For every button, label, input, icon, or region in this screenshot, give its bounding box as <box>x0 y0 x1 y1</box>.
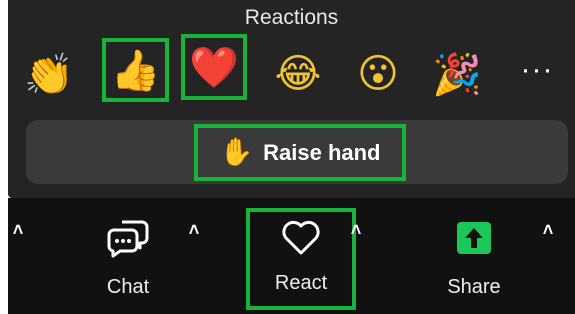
meeting-toolbar: ˄ Chat ˄ React ˄ Share ˄ <box>8 198 575 314</box>
react-label: React <box>274 272 328 294</box>
clapping-hands-icon: 👏 <box>24 52 74 97</box>
chat-label: Chat <box>106 276 150 298</box>
raise-hand-label: Raise hand <box>263 139 381 165</box>
tears-of-joy-reaction[interactable]: 😂 <box>270 46 326 102</box>
reactions-title: Reactions <box>244 6 339 29</box>
thumbs-up-reaction[interactable]: 👍 <box>102 38 169 102</box>
heart-outline-icon <box>280 218 322 258</box>
react-options-caret[interactable]: ˄ <box>346 220 366 241</box>
red-heart-icon: ❤️ <box>189 45 239 90</box>
chat-options-caret[interactable]: ˄ <box>184 220 204 241</box>
tears-of-joy-icon: 😂 <box>274 52 322 96</box>
reactions-popup: Reactions 👏 👍 ❤️ 😂 😮 🎉 ··· ✋ Raise hand <box>8 0 575 198</box>
thumbs-up-icon: 👍 <box>110 48 161 93</box>
raise-hand-bar[interactable]: ✋ Raise hand <box>26 120 568 184</box>
raised-hand-icon: ✋ <box>219 137 254 167</box>
react-button[interactable]: React <box>246 208 356 310</box>
share-options-caret[interactable]: ˄ <box>538 220 558 241</box>
share-arrow-icon <box>456 218 492 258</box>
open-mouth-reaction[interactable]: 😮 <box>350 46 406 102</box>
left-options-caret[interactable]: ˄ <box>8 220 28 241</box>
share-label: Share <box>447 276 501 298</box>
red-heart-reaction[interactable]: ❤️ <box>181 34 247 100</box>
party-popper-reaction[interactable]: 🎉 <box>429 46 485 102</box>
chat-button[interactable]: Chat <box>76 210 180 306</box>
more-reactions-button[interactable]: ··· <box>514 50 560 96</box>
open-mouth-icon: 😮 <box>357 52 399 96</box>
chat-bubbles-icon <box>106 218 150 258</box>
clapping-hands-reaction[interactable]: 👏 <box>21 46 77 102</box>
raise-hand-button[interactable]: ✋ Raise hand <box>194 124 406 181</box>
share-button[interactable]: Share <box>422 210 526 306</box>
party-popper-icon: 🎉 <box>432 52 482 97</box>
